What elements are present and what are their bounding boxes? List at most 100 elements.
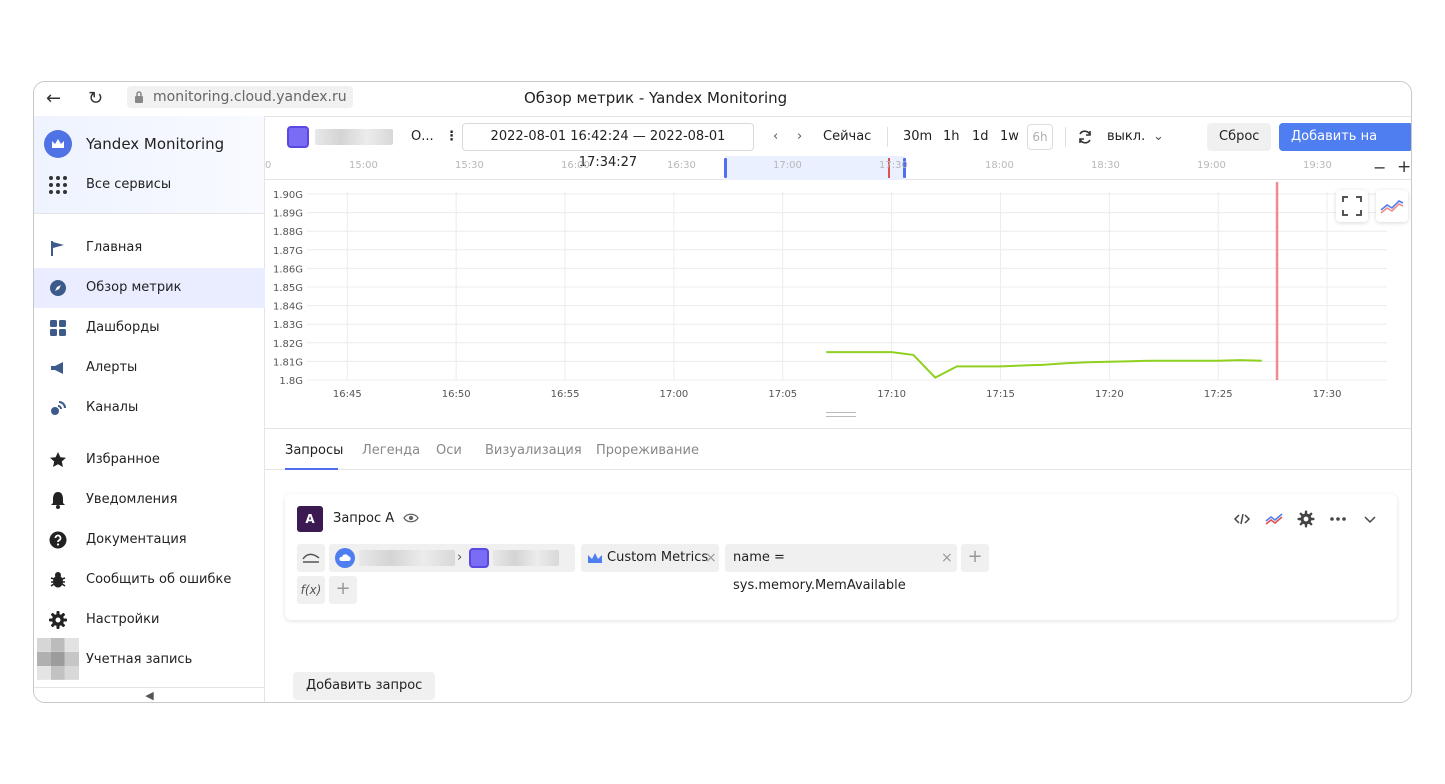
redacted-folder-name: [493, 550, 559, 566]
now-button[interactable]: Сейчас: [823, 129, 871, 144]
tab-legend[interactable]: Легенда: [362, 443, 420, 458]
tab-queries[interactable]: Запросы: [285, 443, 343, 458]
x-tick-label: 16:50: [442, 389, 471, 400]
timeline-zoom-in-button[interactable]: +: [1397, 157, 1411, 177]
sidebar-item-label: Настройки: [86, 612, 160, 627]
query-name[interactable]: Запрос А: [333, 511, 394, 526]
sidebar-item-account[interactable]: Учетная запись: [82, 640, 265, 680]
sidebar-item-report-bug[interactable]: Сообщить об ошибке: [34, 560, 265, 600]
tab-downsampling[interactable]: Прореживание: [596, 443, 699, 458]
add-query-button[interactable]: Добавить запрос: [293, 672, 436, 700]
sidebar-item-dashboards[interactable]: Дашборды: [34, 308, 265, 348]
reload-icon[interactable]: ↻: [88, 88, 103, 109]
browser-toolbar: ← ↻ monitoring.cloud.yandex.ru Обзор мет…: [34, 82, 1411, 116]
address-bar[interactable]: monitoring.cloud.yandex.ru: [127, 86, 353, 108]
x-tick-label: 17:25: [1204, 389, 1233, 400]
timeline-tick: 18:30: [1091, 160, 1120, 171]
reset-button[interactable]: Сброс: [1207, 123, 1272, 151]
crown-icon: [52, 139, 64, 148]
sidebar-item-metrics-overview[interactable]: Обзор метрик: [34, 268, 265, 308]
url-text: monitoring.cloud.yandex.ru: [153, 89, 347, 105]
function-button[interactable]: f(x): [297, 576, 325, 604]
sidebar-item-label: Учетная запись: [86, 652, 193, 667]
sidebar-header: Yandex Monitoring Все сервисы: [34, 116, 264, 214]
sidebar-item-channels[interactable]: Каналы: [34, 388, 265, 428]
resize-handle[interactable]: [826, 412, 856, 417]
sidebar: Yandex Monitoring Все сервисы Главная Об…: [34, 116, 265, 702]
sidebar-item-label: Документация: [86, 532, 187, 547]
sidebar-item-documentation[interactable]: Документация: [34, 520, 265, 560]
timeline-zoom-out-button[interactable]: −: [1373, 158, 1386, 177]
folder-icon: [469, 548, 489, 568]
query-type-button[interactable]: [297, 544, 325, 572]
timeline-tick: 19:30: [1303, 160, 1332, 171]
sidebar-item-label: Избранное: [86, 452, 160, 467]
timeline-navigator[interactable]: 0 15:00 15:30 16:00 16:30 17:00 17:30 18…: [265, 156, 1411, 180]
chart-type-button[interactable]: [1376, 190, 1408, 222]
sidebar-item-favorites[interactable]: Избранное: [34, 440, 265, 480]
sidebar-item-notifications[interactable]: Уведомления: [34, 480, 265, 520]
y-tick-label: 1.82G: [273, 339, 303, 350]
query-letter-badge: A: [297, 506, 323, 532]
y-tick-label: 1.85G: [273, 283, 303, 294]
grid-icon: [50, 320, 66, 336]
divider: [1065, 127, 1066, 147]
timeline-selection[interactable]: [725, 156, 905, 180]
more-vertical-icon[interactable]: ⋮: [445, 129, 458, 144]
zoom-30m-button[interactable]: 30m: [903, 129, 932, 144]
chevron-down-icon[interactable]: ⌄: [1153, 129, 1164, 144]
query-card: A Запрос А › Custom Metrics × name = sys…: [285, 494, 1397, 620]
x-tick-label: 17:05: [768, 389, 797, 400]
all-services-link[interactable]: Все сервисы: [86, 177, 171, 192]
x-tick-label: 16:55: [551, 389, 580, 400]
metric-chart[interactable]: 1.90G 1.89G 1.88G 1.87G 1.86G 1.85G 1.84G 1.83G…: [265, 180, 1411, 424]
x-tick-label: 17:30: [1313, 389, 1342, 400]
folder-selector[interactable]: О...: [411, 129, 434, 144]
chevron-right-icon[interactable]: ›: [797, 129, 802, 144]
close-icon[interactable]: ×: [705, 544, 717, 572]
collapse-sidebar-button[interactable]: ◀: [34, 687, 265, 702]
tab-visualization[interactable]: Визуализация: [485, 443, 582, 458]
redacted-cloud-name: [359, 550, 455, 566]
add-function-button[interactable]: +: [329, 576, 357, 604]
more-horizontal-icon[interactable]: [1329, 510, 1347, 528]
label-filter-chip[interactable]: name = sys.memory.MemAvailable ×: [725, 544, 957, 593]
tab-axes[interactable]: Оси: [436, 443, 462, 458]
timeline-handle-left[interactable]: [724, 158, 727, 178]
sidebar-item-label: Дашборды: [86, 320, 160, 335]
timeline-tick: 18:00: [985, 160, 1014, 171]
cloud-folder-chip[interactable]: ›: [329, 544, 575, 572]
monitoring-logo-icon[interactable]: [44, 130, 72, 158]
sidebar-item-alerts[interactable]: Алерты: [34, 348, 265, 388]
code-icon[interactable]: [1233, 510, 1251, 528]
sidebar-item-home[interactable]: Главная: [34, 228, 265, 268]
fullscreen-button[interactable]: [1336, 190, 1368, 222]
gear-icon[interactable]: [1297, 510, 1315, 528]
zoom-6h-button[interactable]: 6h: [1027, 124, 1053, 150]
sidebar-item-settings[interactable]: Настройки: [34, 600, 265, 640]
x-tick-label: 17:15: [986, 389, 1015, 400]
brand-name[interactable]: Yandex Monitoring: [86, 135, 224, 153]
apps-grid-icon[interactable]: [48, 175, 68, 195]
zoom-1d-button[interactable]: 1d: [972, 129, 989, 144]
chevron-left-icon[interactable]: ‹: [773, 129, 778, 144]
zoom-1h-button[interactable]: 1h: [943, 129, 960, 144]
y-tick-label: 1.8G: [279, 376, 303, 387]
custom-metrics-chip[interactable]: Custom Metrics ×: [581, 544, 719, 572]
eye-icon[interactable]: [403, 512, 419, 524]
add-to-dashboard-button[interactable]: Добавить на дашборд: [1279, 123, 1411, 172]
close-icon[interactable]: ×: [941, 544, 953, 572]
back-arrow-icon[interactable]: ←: [46, 88, 61, 109]
auto-refresh-select[interactable]: выкл.: [1107, 129, 1145, 144]
x-tick-label: 17:10: [877, 389, 906, 400]
chevron-down-icon[interactable]: [1361, 510, 1379, 528]
time-range-picker[interactable]: 2022-08-01 16:42:24 — 2022-08-01 17:34:2…: [462, 123, 754, 170]
add-label-button[interactable]: +: [961, 544, 989, 572]
browser-window: ← ↻ monitoring.cloud.yandex.ru Обзор мет…: [33, 81, 1412, 703]
project-icon[interactable]: [287, 126, 309, 148]
avatar[interactable]: [37, 638, 79, 680]
zoom-1w-button[interactable]: 1w: [1000, 129, 1019, 144]
line-chart-icon[interactable]: [1265, 510, 1283, 528]
refresh-icon[interactable]: [1077, 129, 1093, 145]
lock-icon: [135, 91, 143, 103]
